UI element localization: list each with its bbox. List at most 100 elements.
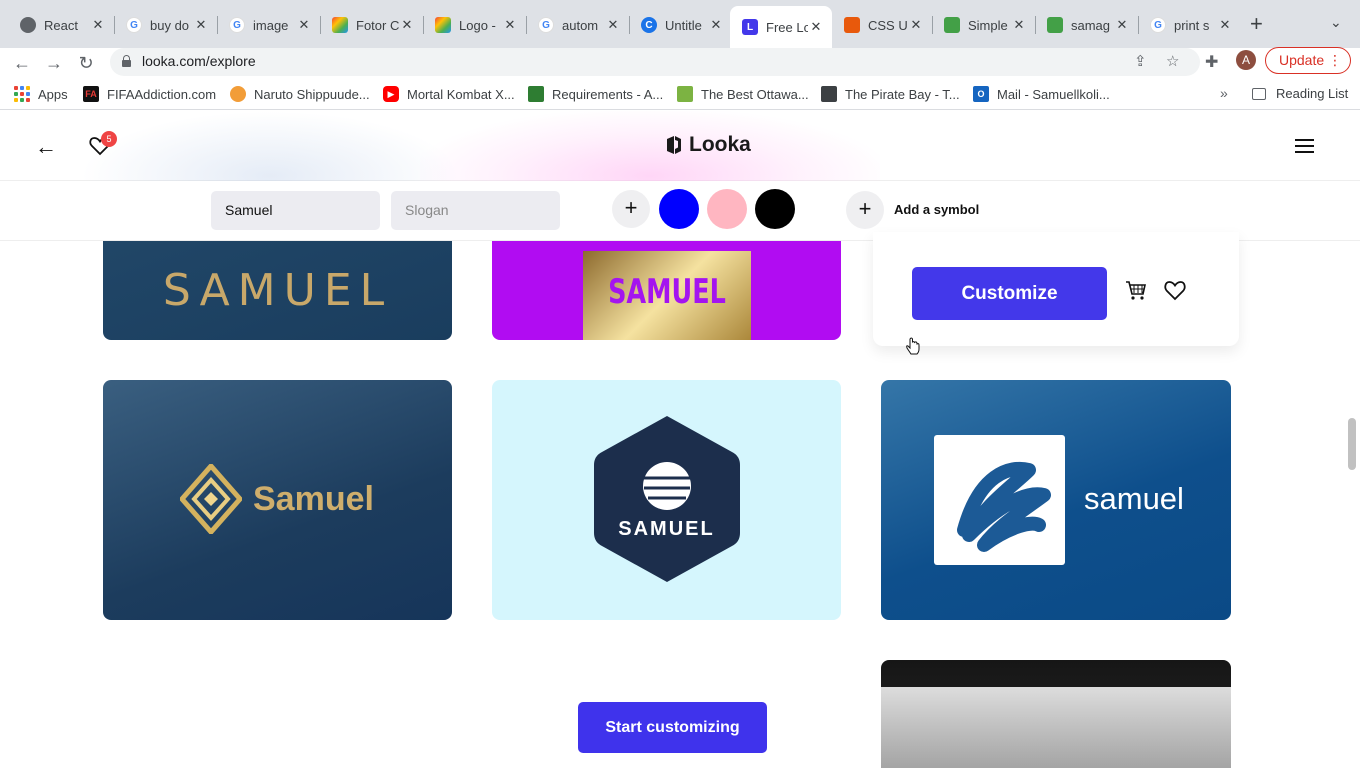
- bookmark-label: Requirements - A...: [552, 86, 664, 102]
- canva-icon: C: [641, 17, 657, 33]
- bookmark-item[interactable]: The Pirate Bay - T...: [821, 86, 960, 102]
- chevron-down-icon[interactable]: ⌄: [1330, 14, 1342, 31]
- hexagon-emblem-icon: [594, 416, 740, 582]
- reading-list-icon: [1252, 87, 1266, 100]
- bookmark-label: The Pirate Bay - T...: [845, 86, 960, 102]
- google-icon: G: [229, 17, 245, 33]
- browser-tab-active[interactable]: L Free Lo ✕: [730, 6, 832, 48]
- lock-icon: [122, 55, 131, 67]
- close-icon[interactable]: ✕: [908, 17, 924, 33]
- color-swatch-pink[interactable]: [707, 189, 747, 229]
- close-icon[interactable]: ✕: [90, 17, 106, 33]
- looka-logo-icon: [667, 136, 681, 154]
- tab-label: React: [44, 17, 78, 33]
- logo-site-icon: [435, 17, 451, 33]
- tab-favicon: [20, 17, 36, 33]
- tab-label: Logo -: [459, 17, 496, 33]
- browser-tab[interactable]: CSS U ✕: [832, 8, 932, 42]
- close-icon[interactable]: ✕: [605, 17, 621, 33]
- forward-icon[interactable]: →: [42, 51, 66, 75]
- add-symbol-label[interactable]: Add a symbol: [894, 202, 979, 217]
- browser-tab[interactable]: G autom ✕: [526, 8, 629, 42]
- logo-card[interactable]: samuel: [881, 380, 1231, 620]
- bookmarks-bar: Apps FA FIFAAddiction.com Naruto Shippuu…: [0, 80, 1360, 110]
- bookmark-item[interactable]: Naruto Shippuude...: [230, 86, 370, 102]
- bookmark-label: FIFAAddiction.com: [107, 86, 217, 102]
- bookmark-label: The Best Ottawa...: [701, 86, 809, 102]
- new-tab-icon[interactable]: +: [1250, 13, 1263, 35]
- color-swatch-blue[interactable]: [659, 189, 699, 229]
- logo-card[interactable]: Samuel: [103, 380, 452, 620]
- bookmark-item[interactable]: FA FIFAAddiction.com: [83, 86, 216, 102]
- cart-icon[interactable]: [1125, 279, 1147, 301]
- looka-icon: L: [742, 19, 758, 35]
- close-icon[interactable]: ✕: [1217, 17, 1233, 33]
- bookmark-item[interactable]: Requirements - A...: [528, 86, 663, 102]
- reading-list-button[interactable]: Reading List: [1252, 86, 1348, 101]
- browser-tab[interactable]: G buy do ✕: [114, 8, 217, 42]
- site-header: ← 5 Looka: [0, 111, 1360, 241]
- color-swatch-black[interactable]: [755, 189, 795, 229]
- naruto-icon: [230, 86, 246, 102]
- logo-text: SAMUEL: [608, 272, 726, 312]
- close-icon[interactable]: ✕: [1114, 17, 1130, 33]
- back-icon[interactable]: ←: [10, 51, 34, 75]
- google-icon: G: [538, 17, 554, 33]
- logo-card[interactable]: SAMUEL: [492, 380, 841, 620]
- slogan-field[interactable]: Slogan: [391, 191, 560, 230]
- card-actions-popup: Customize: [873, 232, 1239, 346]
- close-icon[interactable]: ✕: [399, 17, 415, 33]
- customize-button[interactable]: Customize: [912, 267, 1107, 320]
- bookmark-item[interactable]: ▶ Mortal Kombat X...: [383, 86, 515, 102]
- logo-text: SAMUEL: [162, 265, 393, 316]
- browser-toolbar: ← → ↻ looka.com/explore ⇪ ☆: [0, 48, 1360, 78]
- reload-icon[interactable]: ↻: [74, 51, 98, 75]
- close-icon[interactable]: ✕: [296, 17, 312, 33]
- chevron-right-icon[interactable]: »: [1220, 85, 1228, 101]
- heart-icon[interactable]: [1163, 279, 1187, 301]
- back-arrow-icon[interactable]: ←: [35, 134, 57, 160]
- google-icon: G: [1150, 17, 1166, 33]
- extensions-icon[interactable]: ✚: [1205, 52, 1218, 72]
- tab-label: print s: [1174, 17, 1210, 33]
- bookmark-item[interactable]: The Best Ottawa...: [677, 86, 809, 102]
- ottawa-icon: [677, 86, 693, 102]
- start-customizing-button[interactable]: Start customizing: [578, 702, 767, 753]
- leaf-icon: [1047, 17, 1063, 33]
- tab-label: image: [253, 17, 289, 33]
- browser-tab[interactable]: Fotor C ✕: [320, 8, 423, 42]
- page-content: SAMUEL SAMUEL ← 5 Looka Samuel Slogan + …: [0, 111, 1360, 768]
- close-icon[interactable]: ✕: [193, 17, 209, 33]
- update-button[interactable]: Update ⋮: [1265, 47, 1351, 74]
- browser-tab[interactable]: Simple ✕: [932, 8, 1035, 42]
- diamond-icon: [180, 464, 242, 534]
- browser-tab[interactable]: samag ✕: [1035, 8, 1138, 42]
- bookmark-apps[interactable]: Apps: [14, 86, 68, 102]
- bookmark-label: Apps: [38, 86, 68, 102]
- avatar[interactable]: A: [1236, 50, 1256, 70]
- browser-tab[interactable]: Logo - ✕: [423, 8, 526, 42]
- browser-tab[interactable]: G image ✕: [217, 8, 320, 42]
- browser-tab[interactable]: C Untitle ✕: [629, 8, 732, 42]
- reading-list-label: Reading List: [1276, 86, 1349, 101]
- star-icon[interactable]: ☆: [1166, 52, 1179, 70]
- close-icon[interactable]: ✕: [708, 17, 724, 33]
- close-icon[interactable]: ✕: [502, 17, 518, 33]
- close-icon[interactable]: ✕: [1011, 17, 1027, 33]
- scrollbar-thumb[interactable]: [1348, 418, 1356, 470]
- browser-tab[interactable]: G print s ✕: [1138, 8, 1241, 42]
- stackoverflow-icon: [844, 17, 860, 33]
- brand-logo[interactable]: Looka: [665, 133, 751, 157]
- name-field[interactable]: Samuel: [211, 191, 380, 230]
- browser-tab[interactable]: React ✕: [8, 8, 114, 42]
- add-symbol-icon[interactable]: +: [846, 191, 884, 229]
- add-color-icon[interactable]: +: [612, 190, 650, 228]
- logo-text: SAMUEL: [618, 518, 715, 540]
- address-bar[interactable]: looka.com/explore ⇪ ☆: [110, 48, 1200, 76]
- close-icon[interactable]: ✕: [808, 19, 824, 35]
- menu-icon[interactable]: [1295, 139, 1314, 157]
- requirements-icon: [528, 86, 544, 102]
- bookmark-item[interactable]: O Mail - Samuellkoli...: [973, 86, 1110, 102]
- share-icon[interactable]: ⇪: [1134, 52, 1147, 70]
- url-text: looka.com/explore: [142, 53, 256, 69]
